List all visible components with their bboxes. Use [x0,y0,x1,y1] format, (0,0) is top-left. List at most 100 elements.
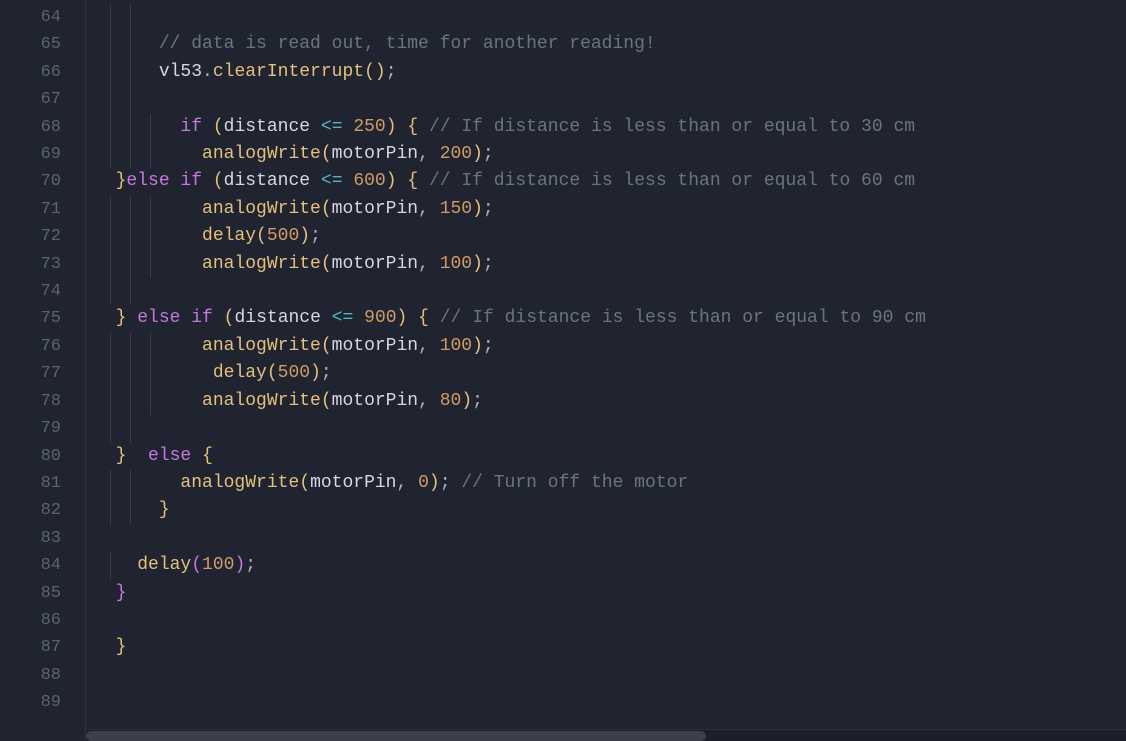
line-number: 82 [0,497,85,524]
line-number: 83 [0,525,85,552]
code-token: motorPin [332,199,418,219]
code-token: } [116,583,127,603]
code-token: 0 [418,473,429,493]
code-line[interactable]: // data is read out, time for another re… [86,31,1126,58]
code-line[interactable]: analogWrite(motorPin, 100); [86,333,1126,360]
code-token: } [116,637,127,657]
code-line[interactable] [86,86,1126,113]
code-token: 250 [353,117,385,137]
code-line[interactable]: if (distance <= 250) { // If distance is… [86,114,1126,141]
code-token: 100 [440,254,472,274]
code-token: ) [397,308,408,328]
code-token: distance [224,117,310,137]
code-line[interactable]: analogWrite(motorPin, 200); [86,141,1126,168]
code-line[interactable]: } [86,634,1126,661]
code-token: // Turn off the motor [461,473,688,493]
code-editor[interactable]: 6465666768697071727374757677787980818283… [0,0,1126,741]
code-line[interactable] [86,607,1126,634]
code-token: , [418,144,440,164]
code-token: delay [213,363,267,383]
code-line[interactable]: delay(100); [86,552,1126,579]
code-token: , [396,473,418,493]
code-line[interactable] [86,415,1126,442]
code-token: ( [224,308,235,328]
code-token: 900 [364,308,396,328]
code-token: ( [321,254,332,274]
code-line[interactable] [86,662,1126,689]
code-line[interactable]: }else if (distance <= 600) { // If dista… [86,168,1126,195]
code-token: ( [256,226,267,246]
code-token [202,171,213,191]
code-line[interactable]: } [86,580,1126,607]
code-token [397,117,408,137]
code-token: ; [472,391,483,411]
line-number: 79 [0,415,85,442]
line-number: 64 [0,4,85,31]
code-token: ; [245,555,256,575]
code-token [180,254,202,274]
code-token [126,308,137,328]
code-token [180,226,202,246]
code-token: ) [472,336,483,356]
code-token: ; [483,144,494,164]
code-token [180,199,202,219]
code-token: <= [332,308,354,328]
code-token: ( [191,555,202,575]
code-token: ) [429,473,440,493]
code-token: 80 [440,391,462,411]
code-line[interactable] [86,525,1126,552]
code-token: delay [137,555,191,575]
code-token: ; [310,226,321,246]
code-token: <= [321,117,343,137]
code-line[interactable]: vl53.clearInterrupt(); [86,59,1126,86]
code-token: vl53 [159,62,202,82]
code-token [213,308,224,328]
line-number: 85 [0,580,85,607]
code-line[interactable]: } else { [86,443,1126,470]
code-line[interactable] [86,689,1126,716]
code-token: ( [213,171,224,191]
code-area[interactable]: // data is read out, time for another re… [86,0,1126,741]
code-token: ( [213,117,224,137]
line-number: 77 [0,360,85,387]
code-token [310,117,321,137]
code-line[interactable] [86,4,1126,31]
code-token [418,171,429,191]
code-token: 150 [440,199,472,219]
code-line[interactable]: analogWrite(motorPin, 80); [86,388,1126,415]
horizontal-scrollbar-thumb[interactable] [86,731,706,741]
code-line[interactable]: delay(500); [86,223,1126,250]
code-token [180,391,202,411]
code-token: ) [386,171,397,191]
code-token: motorPin [332,254,418,274]
code-token: } [116,308,127,328]
code-token: // If distance is less than or equal to … [429,171,915,191]
code-line[interactable]: delay(500); [86,360,1126,387]
code-line[interactable]: } else if (distance <= 900) { // If dist… [86,305,1126,332]
code-line[interactable] [86,278,1126,305]
code-token: ; [321,363,332,383]
code-token: clearInterrupt [213,62,364,82]
code-line[interactable]: } [86,497,1126,524]
code-token [343,117,354,137]
code-token [180,144,202,164]
code-token: motorPin [310,473,396,493]
code-token: if [180,117,202,137]
code-token: 200 [440,144,472,164]
code-line[interactable]: analogWrite(motorPin, 150); [86,196,1126,223]
code-token: // If distance is less than or equal to … [429,117,915,137]
line-number: 86 [0,607,85,634]
code-token [321,308,332,328]
line-number-gutter: 6465666768697071727374757677787980818283… [0,0,86,741]
code-token [202,117,213,137]
line-number: 73 [0,251,85,278]
code-line[interactable]: analogWrite(motorPin, 100); [86,251,1126,278]
line-number: 65 [0,31,85,58]
code-line[interactable]: analogWrite(motorPin, 0); // Turn off th… [86,470,1126,497]
line-number: 81 [0,470,85,497]
code-token [451,473,462,493]
code-token: distance [234,308,320,328]
horizontal-scrollbar[interactable] [86,729,1126,741]
code-token: ; [386,62,397,82]
code-token: analogWrite [202,254,321,274]
